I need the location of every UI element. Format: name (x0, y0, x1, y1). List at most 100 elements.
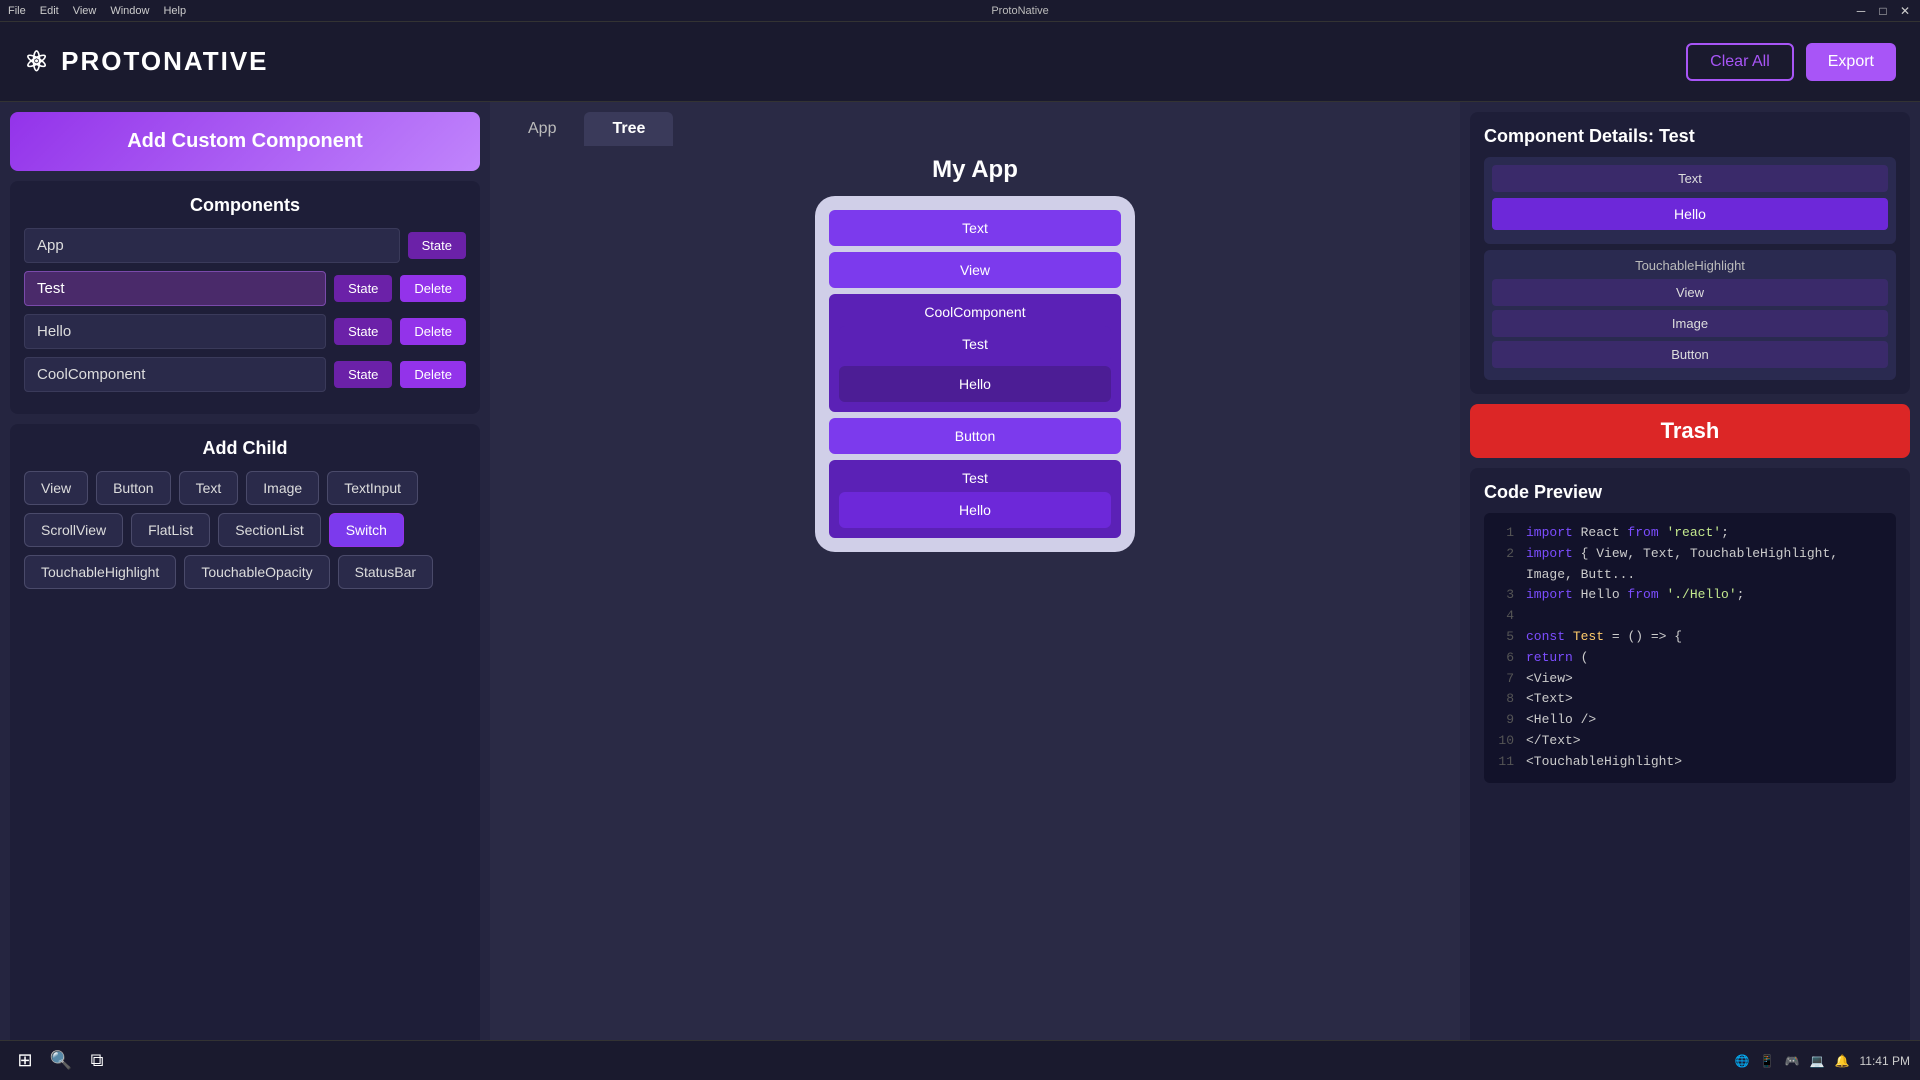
component-item-hello: Hello State Delete (24, 314, 466, 349)
taskbar-app3-icon[interactable]: 💻 (1810, 1054, 1825, 1068)
code-line-7: 7 <View> (1494, 669, 1886, 690)
preview-text-block[interactable]: Text (829, 210, 1121, 246)
details-image: Image (1492, 310, 1888, 337)
code-line-3: 3 import Hello from './Hello'; (1494, 585, 1886, 606)
details-title: Component Details: Test (1484, 126, 1896, 147)
component-label-coolcomponent[interactable]: CoolComponent (24, 357, 326, 392)
code-line-4: 4 (1494, 606, 1886, 627)
preview-hello-block[interactable]: Hello (839, 492, 1111, 528)
taskbar-right: 🌐 📱 🎮 💻 🔔 11:41 PM (1735, 1054, 1910, 1068)
right-panel: Component Details: Test Text Hello Touch… (1460, 102, 1920, 1080)
main-layout: Add Custom Component Components App Stat… (0, 102, 1920, 1080)
app-preview: My App Text View CoolComponent Test Hell… (500, 156, 1450, 1070)
minimize-button[interactable]: ─ (1854, 4, 1868, 18)
taskbar-app1-icon[interactable]: 📱 (1760, 1054, 1775, 1068)
code-block: 1 import React from 'react'; 2 import { … (1484, 513, 1896, 783)
component-delete-hello[interactable]: Delete (400, 318, 466, 345)
menu-edit[interactable]: Edit (40, 5, 59, 17)
logo-icon: ⚛ (24, 45, 51, 78)
code-line-9: 9 <Hello /> (1494, 710, 1886, 731)
component-state-app[interactable]: State (408, 232, 466, 259)
child-btn-statusbar[interactable]: StatusBar (338, 555, 433, 589)
titlebar-title: ProtoNative (186, 5, 1854, 17)
child-btn-touchableopacity[interactable]: TouchableOpacity (184, 555, 329, 589)
details-text-label: Text (1492, 165, 1888, 192)
details-view: View (1492, 279, 1888, 306)
test-label: Test (839, 470, 1111, 486)
taskbar-notification-icon[interactable]: 🔔 (1835, 1054, 1850, 1068)
taskbar-time: 11:41 PM (1860, 1054, 1910, 1068)
components-title: Components (24, 195, 466, 216)
preview-button-block[interactable]: Button (829, 418, 1121, 454)
add-custom-component-button[interactable]: Add Custom Component (10, 112, 480, 171)
center-panel: App Tree My App Text View CoolComponent … (490, 102, 1460, 1080)
component-label-test[interactable]: Test (24, 271, 326, 306)
add-child-title: Add Child (24, 438, 466, 459)
component-item-test: Test State Delete (24, 271, 466, 306)
component-label-hello[interactable]: Hello (24, 314, 326, 349)
child-btn-textinput[interactable]: TextInput (327, 471, 418, 505)
titlebar-menu: File Edit View Window Help (8, 5, 186, 17)
details-touchable-section: TouchableHighlight View Image Button (1484, 250, 1896, 380)
menu-window[interactable]: Window (110, 5, 149, 17)
child-btn-view[interactable]: View (24, 471, 88, 505)
add-child-section: Add Child View Button Text Image TextInp… (10, 424, 480, 1070)
titlebar: File Edit View Window Help ProtoNative ─… (0, 0, 1920, 22)
left-panel: Add Custom Component Components App Stat… (0, 102, 490, 1080)
component-item-app: App State (24, 228, 466, 263)
phone-frame: Text View CoolComponent Test Hello Butto… (815, 196, 1135, 552)
preview-test-block[interactable]: Test Hello (829, 460, 1121, 538)
child-btn-flatlist[interactable]: FlatList (131, 513, 210, 547)
child-btn-button[interactable]: Button (96, 471, 170, 505)
child-btn-text[interactable]: Text (179, 471, 239, 505)
preview-hello-inner[interactable]: Hello (839, 366, 1111, 402)
component-item-coolcomponent: CoolComponent State Delete (24, 357, 466, 392)
details-text-hello: Text Hello (1484, 157, 1896, 244)
component-state-test[interactable]: State (334, 275, 392, 302)
component-delete-coolcomponent[interactable]: Delete (400, 361, 466, 388)
code-line-10: 10 </Text> (1494, 731, 1886, 752)
components-section: Components App State Test State Delete H… (10, 181, 480, 414)
details-button: Button (1492, 341, 1888, 368)
coolcomponent-label: CoolComponent (839, 304, 1111, 320)
maximize-button[interactable]: □ (1876, 4, 1890, 18)
start-icon[interactable]: ⊞ (10, 1046, 40, 1076)
component-label-app[interactable]: App (24, 228, 400, 263)
code-line-8: 8 <Text> (1494, 689, 1886, 710)
code-line-6: 6 return ( (1494, 648, 1886, 669)
component-delete-test[interactable]: Delete (400, 275, 466, 302)
details-hello-value: Hello (1492, 198, 1888, 230)
code-line-5: 5 const Test = () => { (1494, 627, 1886, 648)
component-details: Component Details: Test Text Hello Touch… (1470, 112, 1910, 394)
preview-view-block[interactable]: View (829, 252, 1121, 288)
trash-button[interactable]: Trash (1470, 404, 1910, 458)
titlebar-controls[interactable]: ─ □ ✕ (1854, 4, 1912, 18)
child-btn-scrollview[interactable]: ScrollView (24, 513, 123, 547)
task-view-icon[interactable]: ⧉ (82, 1046, 112, 1076)
close-button[interactable]: ✕ (1898, 4, 1912, 18)
export-button[interactable]: Export (1806, 43, 1896, 81)
tab-tree[interactable]: Tree (584, 112, 673, 146)
child-btn-sectionlist[interactable]: SectionList (218, 513, 320, 547)
clear-all-button[interactable]: Clear All (1686, 43, 1794, 81)
child-btn-touchablehighlight[interactable]: TouchableHighlight (24, 555, 176, 589)
search-icon[interactable]: 🔍 (46, 1046, 76, 1076)
header: ⚛ PROTONATIVE Clear All Export (0, 22, 1920, 102)
child-buttons-grid: View Button Text Image TextInput ScrollV… (24, 471, 466, 589)
menu-help[interactable]: Help (163, 5, 186, 17)
code-preview-title: Code Preview (1484, 482, 1896, 503)
taskbar: ⊞ 🔍 ⧉ 🌐 📱 🎮 💻 🔔 11:41 PM (0, 1040, 1920, 1080)
child-btn-image[interactable]: Image (246, 471, 319, 505)
code-line-11: 11 <TouchableHighlight> (1494, 752, 1886, 773)
menu-file[interactable]: File (8, 5, 26, 17)
logo: ⚛ PROTONATIVE (24, 45, 269, 78)
tab-app[interactable]: App (500, 112, 584, 146)
component-state-coolcomponent[interactable]: State (334, 361, 392, 388)
taskbar-app2-icon[interactable]: 🎮 (1785, 1054, 1800, 1068)
preview-coolcomponent-block[interactable]: CoolComponent Test Hello (829, 294, 1121, 412)
menu-view[interactable]: View (73, 5, 97, 17)
preview-test-nested[interactable]: Test (839, 326, 1111, 362)
child-btn-switch[interactable]: Switch (329, 513, 404, 547)
taskbar-chrome-icon[interactable]: 🌐 (1735, 1054, 1750, 1068)
component-state-hello[interactable]: State (334, 318, 392, 345)
